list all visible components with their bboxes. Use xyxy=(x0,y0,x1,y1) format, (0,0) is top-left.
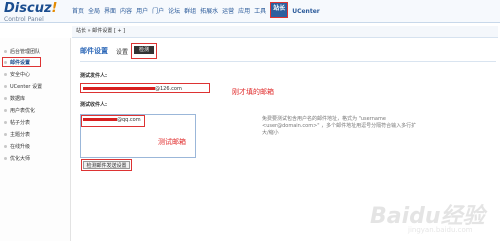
bullet-icon xyxy=(4,85,7,88)
nav-item[interactable]: 界面 xyxy=(104,8,116,18)
nav-item[interactable]: 应用 xyxy=(238,8,250,18)
nav-item[interactable]: 内容 xyxy=(120,8,132,18)
bullet-icon xyxy=(4,121,7,124)
tab-check-label: 检测 xyxy=(134,46,154,54)
divider xyxy=(80,61,496,62)
test-mail-button[interactable]: 检测邮件发送设置 xyxy=(81,159,132,171)
sidebar-item-label: 用户表优化 xyxy=(10,108,36,114)
bullet-icon xyxy=(4,109,7,112)
page-title: 邮件设置 xyxy=(80,47,108,55)
help-text: 免费要测试包含用户名的邮件地址，格式为 "username <user@doma… xyxy=(262,116,417,136)
watermark-logo: Baidu经验 jingyan.baidu.com xyxy=(350,196,490,236)
discuz-logo: Discuz! Control Panel xyxy=(4,2,64,23)
sidebar-item-label: 在线升级 xyxy=(10,144,31,150)
sidebar-item-optimizer[interactable]: 优化大师 xyxy=(4,155,30,162)
nav-item[interactable]: 门户 xyxy=(152,8,164,18)
sidebar-item-label: 帖子分表 xyxy=(10,120,31,126)
nav-item-active[interactable]: 站长 xyxy=(270,2,289,18)
nav-item[interactable]: 拓展水 xyxy=(200,8,218,18)
nav-item[interactable]: 论坛 xyxy=(168,8,180,18)
sidebar: 后台管理团队 邮件设置 安全中心 UCenter 设置 数据库 用户表优化 帖子… xyxy=(0,38,71,241)
sidebar-item-security[interactable]: 安全中心 xyxy=(4,71,30,78)
sidebar-item-usertable[interactable]: 用户表优化 xyxy=(4,107,35,114)
sidebar-item-upgrade[interactable]: 在线升级 xyxy=(4,143,30,150)
logo-brand: Discuz xyxy=(4,1,52,16)
sidebar-item-database[interactable]: 数据库 xyxy=(4,95,25,102)
watermark-sub: jingyan.baidu.com xyxy=(408,226,473,234)
bullet-icon xyxy=(4,145,7,148)
main-nav: 首页 全局 界面 内容 用户 门户 论坛 群组 拓展水 运营 应用 工具 站长 … xyxy=(72,2,324,18)
sidebar-item-label: 后台管理团队 xyxy=(10,49,41,55)
bullet-icon xyxy=(4,133,7,136)
recipient-value: @qq.com xyxy=(117,117,141,123)
bullet-icon xyxy=(4,157,7,160)
redacted-text xyxy=(83,118,117,121)
sender-note: 刚才填的邮箱 xyxy=(232,88,274,96)
nav-item[interactable]: 全局 xyxy=(88,8,100,18)
nav-item-ucenter[interactable]: UCenter xyxy=(292,8,320,18)
sidebar-item-threadsplit[interactable]: 主题分表 xyxy=(4,131,30,138)
top-bar: Discuz! Control Panel 首页 全局 界面 内容 用户 门户 … xyxy=(0,0,500,23)
breadcrumb: 站长 » 邮件设置 [ + ] xyxy=(72,26,498,38)
nav-item[interactable]: 用户 xyxy=(136,8,148,18)
recipient-textarea[interactable]: @qq.com xyxy=(80,114,196,158)
bullet-icon xyxy=(4,50,7,53)
sender-label: 测试发件人: xyxy=(80,73,108,79)
redacted-text xyxy=(83,87,155,90)
sidebar-item-label: 数据库 xyxy=(10,96,26,102)
nav-item[interactable]: 群组 xyxy=(184,8,196,18)
recipient-value-line: @qq.com xyxy=(83,117,141,123)
sidebar-item-postsplit[interactable]: 帖子分表 xyxy=(4,119,30,126)
sidebar-item-ucenter[interactable]: UCenter 设置 xyxy=(4,83,42,90)
sender-value: @126.com xyxy=(155,86,182,92)
sender-input[interactable]: @126.com xyxy=(80,83,210,93)
bullet-icon xyxy=(4,73,7,76)
sidebar-item-label: UCenter 设置 xyxy=(10,84,43,90)
nav-item[interactable]: 运营 xyxy=(222,8,234,18)
tab-check[interactable]: 检测 xyxy=(131,43,157,59)
recipient-label: 测试收件人: xyxy=(80,102,108,108)
tab-settings[interactable]: 设置 xyxy=(116,47,128,56)
bullet-icon xyxy=(4,97,7,100)
logo-subtitle: Control Panel xyxy=(4,16,44,23)
sidebar-item-label: 优化大师 xyxy=(10,156,31,162)
nav-item[interactable]: 首页 xyxy=(72,8,84,18)
nav-item[interactable]: 工具 xyxy=(254,8,266,18)
sidebar-item-team[interactable]: 后台管理团队 xyxy=(4,48,40,55)
test-mail-button-label: 检测邮件发送设置 xyxy=(83,161,130,169)
recipient-note: 测试邮箱 xyxy=(158,138,186,146)
highlight-box xyxy=(2,57,41,67)
sidebar-item-label: 安全中心 xyxy=(10,72,31,78)
logo-bang: ! xyxy=(51,1,58,16)
breadcrumb-text[interactable]: 站长 » 邮件设置 [ + ] xyxy=(76,28,125,34)
sidebar-item-label: 主题分表 xyxy=(10,132,31,138)
